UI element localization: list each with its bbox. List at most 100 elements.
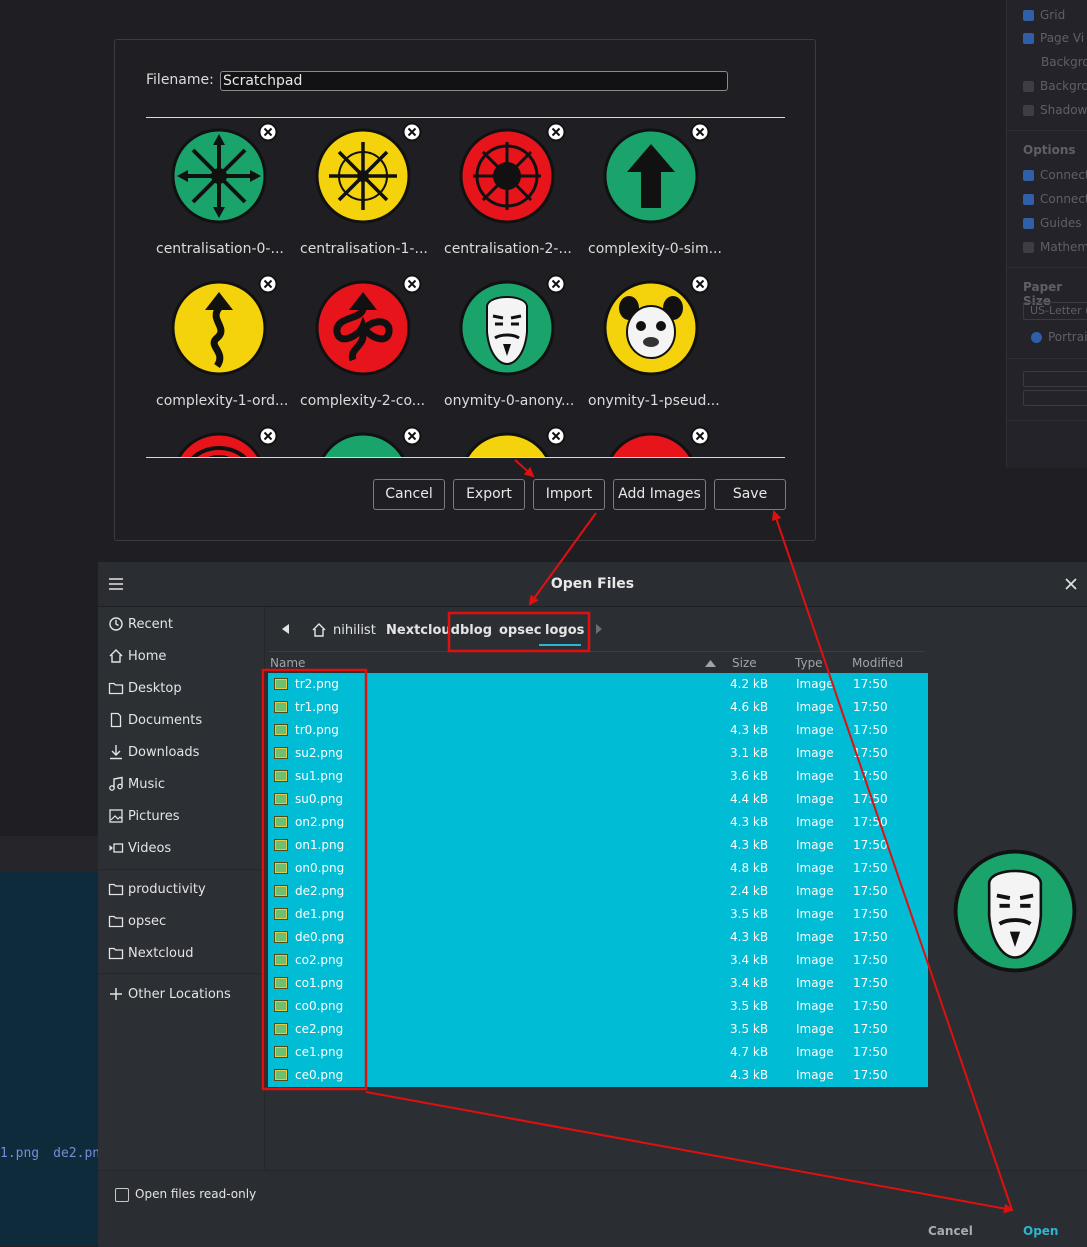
portrait-option[interactable]: Portrai xyxy=(1031,329,1087,345)
file-row[interactable]: on0.png 4.8 kB Image 17:50 xyxy=(268,857,928,880)
file-row[interactable]: ce0.png 4.3 kB Image 17:50 xyxy=(268,1064,928,1087)
delete-icon[interactable] xyxy=(690,274,710,294)
file-row[interactable]: ce2.png 3.5 kB Image 17:50 xyxy=(268,1018,928,1041)
file-row[interactable]: co2.png 3.4 kB Image 17:50 xyxy=(268,949,928,972)
library-tile[interactable] xyxy=(578,422,722,457)
delete-icon[interactable] xyxy=(402,274,422,294)
sidebar-item-desktop[interactable]: Desktop xyxy=(108,678,182,698)
delete-icon[interactable] xyxy=(258,426,278,446)
file-row[interactable]: tr2.png 4.2 kB Image 17:50 xyxy=(268,673,928,696)
library-tile[interactable]: onymity-1-pseud... xyxy=(578,270,722,420)
export-button[interactable]: Export xyxy=(453,479,525,510)
breadcrumb-blog[interactable]: blog xyxy=(460,623,492,638)
cancel-button[interactable]: Cancel xyxy=(373,479,445,510)
library-tile[interactable] xyxy=(434,422,578,457)
column-header-name[interactable]: Name xyxy=(270,656,305,670)
file-row[interactable]: su1.png 3.6 kB Image 17:50 xyxy=(268,765,928,788)
sidebar-item-other-locations[interactable]: Other Locations xyxy=(108,984,231,1004)
file-row[interactable]: co0.png 3.5 kB Image 17:50 xyxy=(268,995,928,1018)
delete-icon[interactable] xyxy=(690,426,710,446)
breadcrumb-opsec[interactable]: opsec xyxy=(499,623,542,638)
sidebar-item-nextcloud[interactable]: Nextcloud xyxy=(108,943,194,963)
library-tile[interactable]: centralisation-2-... xyxy=(434,118,578,268)
custom-button[interactable]: C xyxy=(1023,390,1087,406)
save-button[interactable]: Save xyxy=(714,479,786,510)
custom-input[interactable] xyxy=(1023,371,1087,387)
open-button[interactable]: Open xyxy=(1023,1224,1058,1238)
sidebar-item-home[interactable]: Home xyxy=(108,646,166,666)
library-tile[interactable]: onymity-0-anony... xyxy=(434,270,578,420)
file-row[interactable]: su0.png 4.4 kB Image 17:50 xyxy=(268,788,928,811)
file-row[interactable]: on1.png 4.3 kB Image 17:50 xyxy=(268,834,928,857)
shadow-option[interactable]: Shadow xyxy=(1023,102,1087,118)
breadcrumb-home[interactable]: nihilist xyxy=(333,623,376,638)
background-label: Backgro xyxy=(1041,55,1087,69)
file-size: 4.3 kB xyxy=(730,815,769,829)
file-row[interactable]: de2.png 2.4 kB Image 17:50 xyxy=(268,880,928,903)
file-row[interactable]: su2.png 3.1 kB Image 17:50 xyxy=(268,742,928,765)
close-icon[interactable] xyxy=(1065,578,1077,590)
sidebar-item-opsec[interactable]: opsec xyxy=(108,911,166,931)
sidebar-item-music[interactable]: Music xyxy=(108,774,165,794)
sidebar-item-recent[interactable]: Recent xyxy=(108,614,173,634)
breadcrumb-logos[interactable]: logos xyxy=(545,623,584,638)
library-tile[interactable]: complexity-0-sim... xyxy=(578,118,722,268)
sort-ascending-icon[interactable] xyxy=(705,660,716,667)
column-header-size[interactable]: Size xyxy=(732,656,757,670)
file-row[interactable]: co1.png 3.4 kB Image 17:50 xyxy=(268,972,928,995)
delete-icon[interactable] xyxy=(402,122,422,142)
background-option[interactable]: Backgro xyxy=(1023,78,1087,94)
file-name: on2.png xyxy=(295,815,345,829)
delete-icon[interactable] xyxy=(258,274,278,294)
library-tile[interactable]: complexity-1-ord... xyxy=(146,270,290,420)
file-row[interactable]: ce1.png 4.7 kB Image 17:50 xyxy=(268,1041,928,1064)
file-row[interactable]: on2.png 4.3 kB Image 17:50 xyxy=(268,811,928,834)
file-row[interactable]: de1.png 3.5 kB Image 17:50 xyxy=(268,903,928,926)
breadcrumb-nextcloud[interactable]: Nextcloud xyxy=(386,623,460,638)
image-library-grid: centralisation-0-... centralisation-1-..… xyxy=(146,118,785,457)
sidebar-item-downloads[interactable]: Downloads xyxy=(108,742,199,762)
sidebar-item-pictures[interactable]: Pictures xyxy=(108,806,179,826)
column-header-modified[interactable]: Modified xyxy=(852,656,903,670)
import-button[interactable]: Import xyxy=(533,479,605,510)
delete-icon[interactable] xyxy=(258,122,278,142)
mathematical-option[interactable]: Mathem xyxy=(1023,239,1087,255)
read-only-checkbox[interactable] xyxy=(115,1188,129,1202)
filename-input[interactable]: Scratchpad xyxy=(220,71,728,91)
sidebar-item-documents[interactable]: Documents xyxy=(108,710,202,730)
delete-icon[interactable] xyxy=(546,274,566,294)
sidebar-item-productivity[interactable]: productivity xyxy=(108,879,206,899)
delete-icon[interactable] xyxy=(546,426,566,446)
guides-option[interactable]: Guides xyxy=(1023,215,1082,231)
divider xyxy=(1007,358,1087,359)
delete-icon[interactable] xyxy=(546,122,566,142)
file-modified: 17:50 xyxy=(853,838,888,852)
file-row[interactable]: de0.png 4.3 kB Image 17:50 xyxy=(268,926,928,949)
file-row[interactable]: tr1.png 4.6 kB Image 17:50 xyxy=(268,696,928,719)
connect-option-1[interactable]: Connect xyxy=(1023,167,1087,183)
paper-size-select[interactable]: US-Letter ( xyxy=(1023,302,1087,320)
file-name: de1.png xyxy=(295,907,345,921)
clock-icon xyxy=(109,617,123,631)
image-file-icon xyxy=(274,954,288,966)
library-tile[interactable] xyxy=(290,422,434,457)
chevron-right-icon[interactable] xyxy=(596,624,602,634)
file-name: de2.png xyxy=(295,884,345,898)
cancel-button[interactable]: Cancel xyxy=(928,1224,973,1238)
chevron-left-icon[interactable] xyxy=(282,624,290,634)
page-view-option[interactable]: Page Vi xyxy=(1023,30,1084,46)
library-tile[interactable]: complexity-2-co... xyxy=(290,270,434,420)
column-header-type[interactable]: Type xyxy=(795,656,823,670)
delete-icon[interactable] xyxy=(690,122,710,142)
library-tile[interactable]: centralisation-1-... xyxy=(290,118,434,268)
folder-icon xyxy=(108,947,124,960)
delete-icon[interactable] xyxy=(402,426,422,446)
sidebar-item-videos[interactable]: Videos xyxy=(108,838,171,858)
image-file-icon xyxy=(274,908,288,920)
add-images-button[interactable]: Add Images xyxy=(613,479,706,510)
file-row[interactable]: tr0.png 4.3 kB Image 17:50 xyxy=(268,719,928,742)
connect-option-2[interactable]: Connect xyxy=(1023,191,1087,207)
library-tile[interactable] xyxy=(146,422,290,457)
grid-option[interactable]: Grid xyxy=(1023,7,1065,23)
library-tile[interactable]: centralisation-0-... xyxy=(146,118,290,268)
